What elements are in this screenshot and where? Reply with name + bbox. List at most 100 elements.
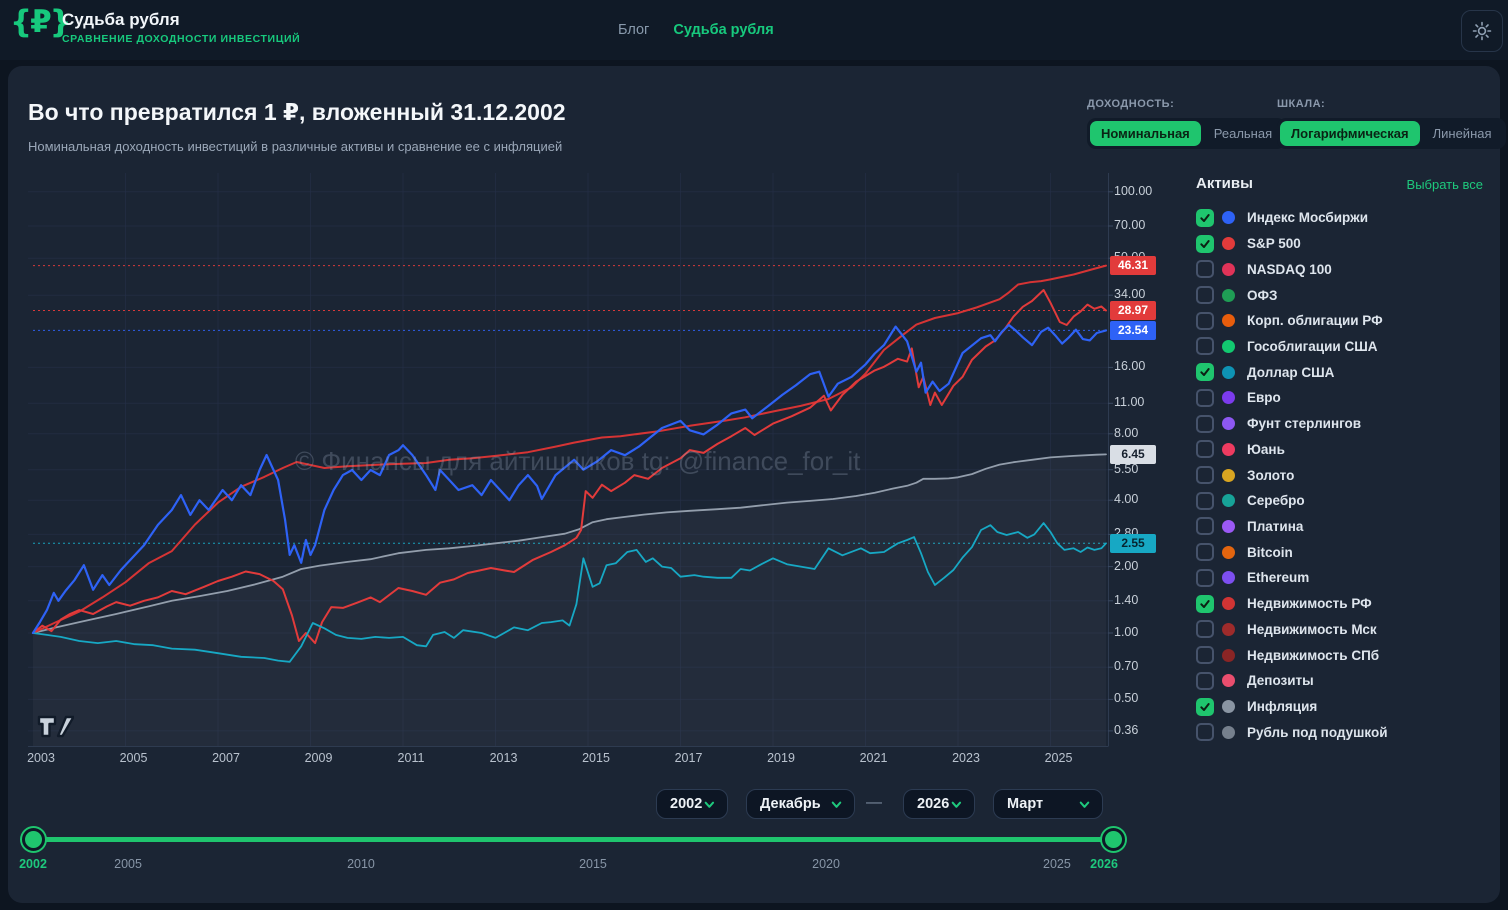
slider-year-label: 2010 (347, 857, 375, 871)
from-year-dropdown[interactable]: 2002 (656, 789, 728, 819)
asset-checkbox[interactable] (1196, 312, 1214, 330)
asset-checkbox[interactable] (1196, 543, 1214, 561)
asset-checkbox[interactable] (1196, 235, 1214, 253)
asset-item[interactable]: Евро (1196, 385, 1496, 411)
y-tick-label: 70.00 (1114, 218, 1164, 232)
chevron-down-icon (1077, 797, 1092, 812)
asset-label: Золото (1247, 468, 1294, 483)
asset-checkbox[interactable] (1196, 569, 1214, 587)
asset-item[interactable]: NASDAQ 100 (1196, 256, 1496, 282)
check-icon (1199, 598, 1211, 610)
slider-year-label: 2026 (1090, 857, 1118, 871)
asset-item[interactable]: S&P 500 (1196, 231, 1496, 257)
asset-checkbox[interactable] (1196, 415, 1214, 433)
price-badge: 23.54 (1110, 321, 1156, 340)
asset-color-dot-icon (1222, 263, 1235, 276)
asset-checkbox[interactable] (1196, 440, 1214, 458)
x-tick-label: 2019 (759, 751, 803, 765)
asset-item[interactable]: Серебро (1196, 488, 1496, 514)
asset-checkbox[interactable] (1196, 466, 1214, 484)
asset-item[interactable]: Юань (1196, 436, 1496, 462)
page-title: Во что превратился 1 ₽, вложенный 31.12.… (28, 99, 566, 126)
asset-color-dot-icon (1222, 391, 1235, 404)
to-year-value: 2026 (917, 796, 949, 812)
range-slider-track[interactable] (33, 837, 1113, 842)
asset-label: Гособлигации США (1247, 339, 1378, 354)
x-tick-label: 2017 (667, 751, 711, 765)
asset-color-dot-icon (1222, 674, 1235, 687)
nav-link[interactable]: Судьба рубля (673, 22, 773, 38)
asset-checkbox[interactable] (1196, 646, 1214, 664)
nav-link[interactable]: Блог (618, 22, 649, 38)
select-all-link[interactable]: Выбрать все (1407, 177, 1483, 192)
asset-checkbox[interactable] (1196, 620, 1214, 638)
profit-label: ДОХОДНОСТЬ: (1087, 98, 1174, 110)
x-tick-label: 2005 (112, 751, 156, 765)
y-tick-label: 1.00 (1114, 625, 1164, 639)
asset-checkbox[interactable] (1196, 698, 1214, 716)
chevron-down-icon (702, 797, 717, 812)
slider-year-label: 2002 (19, 857, 47, 871)
asset-item[interactable]: Индекс Мосбиржи (1196, 205, 1496, 231)
asset-item[interactable]: Депозиты (1196, 668, 1496, 694)
asset-checkbox[interactable] (1196, 723, 1214, 741)
x-tick-label: 2025 (1037, 751, 1081, 765)
asset-item[interactable]: Bitcoin (1196, 539, 1496, 565)
segment-option[interactable]: Линейная (1422, 121, 1503, 146)
x-tick-label: 2021 (852, 751, 896, 765)
asset-label: Фунт стерлингов (1247, 416, 1361, 431)
theme-toggle-button[interactable] (1461, 10, 1503, 52)
slider-year-label: 2025 (1043, 857, 1071, 871)
check-icon (1199, 212, 1211, 224)
asset-checkbox[interactable] (1196, 672, 1214, 690)
x-tick-label: 2003 (19, 751, 63, 765)
asset-checkbox[interactable] (1196, 389, 1214, 407)
asset-item[interactable]: ОФЗ (1196, 282, 1496, 308)
sun-icon (1472, 21, 1492, 41)
asset-checkbox[interactable] (1196, 595, 1214, 613)
asset-item[interactable]: Инфляция (1196, 694, 1496, 720)
asset-item[interactable]: Платина (1196, 514, 1496, 540)
x-tick-label: 2015 (574, 751, 618, 765)
asset-item[interactable]: Недвижимость Мск (1196, 617, 1496, 643)
asset-item[interactable]: Рубль под подушкой (1196, 719, 1496, 745)
y-tick-label: 100.00 (1114, 184, 1164, 198)
date-range-separator: — (860, 794, 888, 812)
asset-item[interactable]: Фунт стерлингов (1196, 411, 1496, 437)
asset-checkbox[interactable] (1196, 286, 1214, 304)
y-tick-label: 8.00 (1114, 426, 1164, 440)
range-slider-handle-start[interactable] (22, 828, 45, 851)
asset-label: Серебро (1247, 493, 1305, 508)
asset-label: S&P 500 (1247, 236, 1301, 251)
asset-item[interactable]: Гособлигации США (1196, 334, 1496, 360)
y-tick-label: 4.00 (1114, 492, 1164, 506)
asset-checkbox[interactable] (1196, 260, 1214, 278)
asset-item[interactable]: Доллар США (1196, 359, 1496, 385)
assets-panel-title: Активы (1196, 175, 1253, 192)
asset-item[interactable]: Золото (1196, 462, 1496, 488)
asset-label: Евро (1247, 390, 1281, 405)
asset-color-dot-icon (1222, 289, 1235, 302)
asset-checkbox[interactable] (1196, 492, 1214, 510)
segment-option[interactable]: Логарифмическая (1280, 121, 1420, 146)
slider-year-label: 2020 (812, 857, 840, 871)
asset-checkbox[interactable] (1196, 337, 1214, 355)
to-year-dropdown[interactable]: 2026 (903, 789, 975, 819)
from-month-dropdown[interactable]: Декабрь (746, 789, 855, 819)
asset-color-dot-icon (1222, 494, 1235, 507)
asset-checkbox[interactable] (1196, 517, 1214, 535)
asset-item[interactable]: Недвижимость РФ (1196, 591, 1496, 617)
asset-item[interactable]: Ethereum (1196, 565, 1496, 591)
segment-option[interactable]: Реальная (1203, 121, 1283, 146)
y-tick-label: 1.40 (1114, 593, 1164, 607)
asset-item[interactable]: Корп. облигации РФ (1196, 308, 1496, 334)
segment-option[interactable]: Номинальная (1090, 121, 1201, 146)
asset-checkbox[interactable] (1196, 209, 1214, 227)
range-slider-handle-end[interactable] (1102, 828, 1125, 851)
y-tick-label: 0.36 (1114, 723, 1164, 737)
asset-checkbox[interactable] (1196, 363, 1214, 381)
asset-color-dot-icon (1222, 546, 1235, 559)
y-tick-label: 2.00 (1114, 559, 1164, 573)
to-month-dropdown[interactable]: Март (993, 789, 1103, 819)
asset-item[interactable]: Недвижимость СПб (1196, 642, 1496, 668)
